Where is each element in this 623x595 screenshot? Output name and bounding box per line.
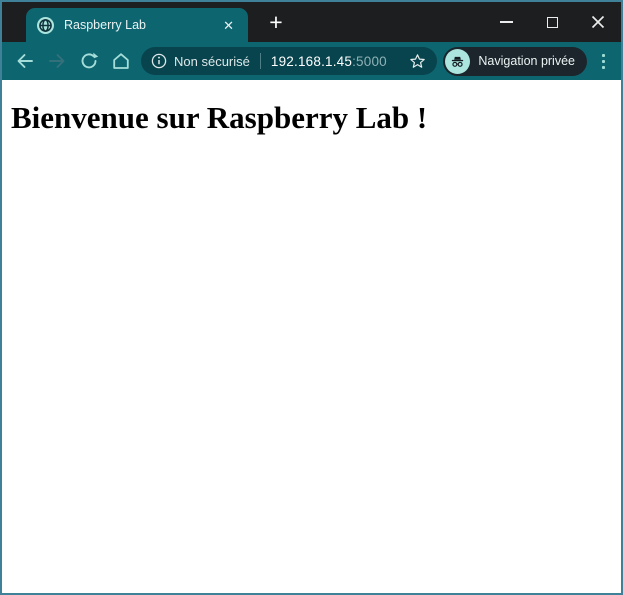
tab-title: Raspberry Lab — [64, 18, 146, 32]
maximize-icon — [546, 16, 558, 28]
url-host: 192.168.1.45 — [270, 53, 353, 69]
page-content: Bienvenue sur Raspberry Lab ! — [2, 80, 621, 593]
incognito-icon — [445, 48, 471, 74]
address-separator — [259, 53, 261, 69]
home-button[interactable] — [105, 45, 137, 77]
url-text: 192.168.1.45:5000 — [271, 54, 387, 69]
incognito-badge-label: Navigation privée — [478, 54, 575, 68]
close-button[interactable] — [575, 2, 621, 42]
reload-icon — [81, 52, 99, 69]
menu-button[interactable] — [592, 53, 614, 69]
page-heading: Bienvenue sur Raspberry Lab ! — [11, 100, 428, 135]
info-icon[interactable] — [151, 53, 167, 69]
browser-window: Raspberry Lab ✕ + Non sécurisé 192.168.1… — [0, 0, 623, 595]
reload-button[interactable] — [73, 45, 105, 77]
minimize-button[interactable] — [483, 2, 529, 42]
maximize-button[interactable] — [529, 2, 575, 42]
url-port: :5000 — [352, 53, 387, 69]
tab-strip: Raspberry Lab ✕ + — [2, 2, 621, 42]
browser-toolbar: Non sécurisé 192.168.1.45:5000 Navigatio — [2, 42, 621, 80]
back-button[interactable] — [9, 45, 41, 77]
bookmark-button[interactable] — [408, 52, 427, 71]
close-icon — [591, 15, 605, 29]
incognito-badge[interactable]: Navigation privée — [443, 46, 587, 76]
address-bar[interactable]: Non sécurisé 192.168.1.45:5000 — [141, 47, 438, 75]
menu-dots-icon — [601, 53, 605, 57]
tab-raspberry-lab[interactable]: Raspberry Lab ✕ — [26, 8, 248, 42]
tab-close-icon[interactable]: ✕ — [220, 17, 237, 34]
new-tab-button[interactable]: + — [261, 10, 291, 34]
forward-button[interactable] — [41, 45, 73, 77]
back-arrow-icon — [17, 54, 33, 68]
security-label: Non sécurisé — [174, 53, 250, 69]
forward-arrow-icon — [49, 54, 65, 68]
star-icon — [410, 53, 426, 68]
minimize-icon — [499, 21, 513, 23]
window-controls — [483, 2, 621, 42]
globe-favicon-icon — [37, 16, 54, 34]
home-icon — [113, 53, 129, 69]
